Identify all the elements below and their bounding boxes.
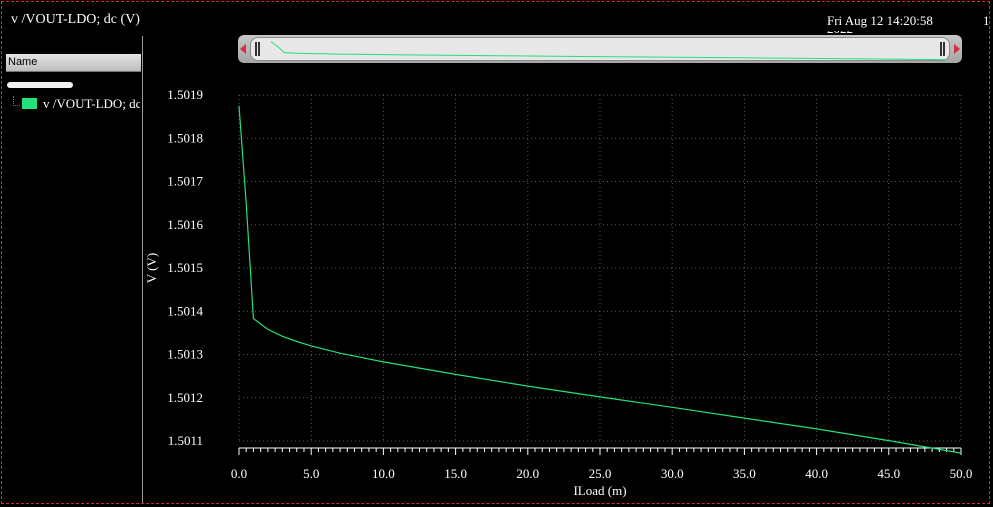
x-tick-label: 0.0 [231,466,247,481]
grid-lines [238,94,962,442]
x-tick-label: 40.0 [805,466,828,481]
y-tick-label: 1.5013 [167,347,203,362]
x-tick-label: 45.0 [877,466,900,481]
y-tick-label: 1.5019 [167,87,203,102]
y-tick-label: 1.5012 [167,390,203,405]
x-tick-label: 5.0 [303,466,319,481]
x-axis-title: ILoad (m) [573,483,626,498]
y-tick-label: 1.5018 [167,130,203,145]
x-tick-label: 50.0 [950,466,973,481]
y-tick-label: 1.5015 [167,260,203,275]
x-axis-ticks: 0.0 5.0 10.0 15.0 20.0 25.0 30.0 35.0 40.0 45.0 50… [231,448,973,481]
plot-area[interactable]: 1.5011 1.5012 1.5013 1.5014 1.5015 1.5016 1.50… [0,0,993,507]
y-tick-label: 1.5017 [167,174,203,189]
x-tick-label: 10.0 [372,466,395,481]
y-tick-label: 1.5014 [167,303,203,318]
x-tick-label: 15.0 [444,466,467,481]
y-tick-label: 1.5016 [167,217,203,232]
y-tick-label: 1.5011 [168,433,203,448]
y-axis-title: V (V) [144,253,159,283]
x-tick-label: 35.0 [733,466,756,481]
x-tick-label: 30.0 [661,466,684,481]
x-tick-label: 25.0 [589,466,612,481]
y-axis-ticks: 1.5011 1.5012 1.5013 1.5014 1.5015 1.5016 1.50… [167,87,203,448]
x-tick-label: 20.0 [516,466,539,481]
